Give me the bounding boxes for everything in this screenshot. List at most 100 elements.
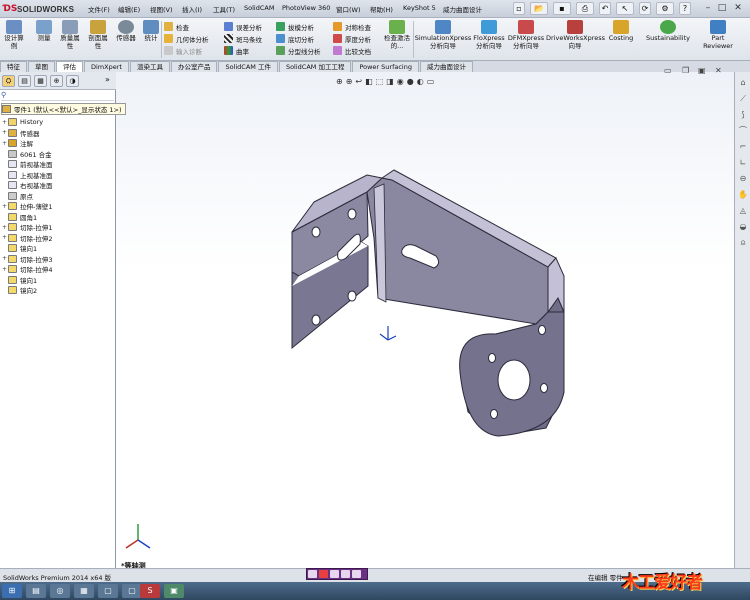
curvature-button[interactable]: 曲率 [224,45,249,56]
save-icon[interactable]: ▪ [553,2,571,15]
viewport-minimize-icon[interactable]: ▭ [664,66,672,76]
tree-mirror-2[interactable]: 镜向2 [2,285,37,296]
new-file-icon[interactable]: ▫ [513,2,525,15]
task-pane-search-icon[interactable]: ⌐ [738,142,748,152]
ime-keyboard-icon[interactable] [341,570,350,578]
open-file-icon[interactable]: 📂 [530,2,548,15]
zebra-stripes-button[interactable]: 斑马条纹 [224,33,262,44]
menu-power-surface[interactable]: 威力曲面设计 [443,4,482,14]
menu-tools[interactable]: 工具(T) [213,4,235,14]
menu-edit[interactable]: 编辑(E) [118,4,140,14]
dimxpert-tab-icon[interactable]: ⊕ [50,75,63,87]
tree-cut-extrude-1[interactable]: + 切除-拉伸1 [2,222,52,233]
taskbar-folder-icon[interactable]: ▦ [74,584,94,598]
statistics-button[interactable]: 统计 [142,20,160,43]
tree-extrude-thin[interactable]: + 拉伸-薄壁1 [2,201,52,212]
costing-button[interactable]: Costing [606,20,636,43]
tab-render-tools[interactable]: 渲染工具 [129,61,170,72]
tab-office-products[interactable]: 办公室产品 [170,61,218,72]
section-properties-button[interactable]: 剖面属性 [86,20,110,50]
help-icon[interactable]: ? [679,2,691,15]
print-icon[interactable]: ⎙ [576,2,594,15]
start-button-icon[interactable]: ⊞ [2,584,22,598]
geometry-analysis-button[interactable]: 几何体分析 [164,33,209,44]
task-pane-file-explorer-icon[interactable]: ⌒ [738,126,748,136]
tree-cut-extrude-2[interactable]: + 切除-拉伸2 [2,233,52,244]
driveworksxpress-button[interactable]: DriveWorksXpress 向导 [546,20,605,50]
menu-photoview[interactable]: PhotoView 360 [282,4,330,12]
menu-view[interactable]: 视图(V) [150,4,173,14]
tree-cut-extrude-3[interactable]: + 切除-拉伸3 [2,254,52,265]
taskbar-solidworks-icon[interactable]: S [140,584,160,598]
tree-history[interactable]: + History [2,117,43,128]
close-icon[interactable]: ✕ [733,2,743,14]
taskbar-app3-icon[interactable]: ▣ [164,584,184,598]
tree-sensors[interactable]: + 传感器 [2,128,40,139]
property-manager-tab-icon[interactable]: ▤ [18,75,31,87]
display-manager-tab-icon[interactable]: ◑ [66,75,79,87]
graphics-area[interactable]: ⊕ ⊕ ↩ ◧ ⬚ ◨ ◉ ● ◐ ▭ *等轴测 [116,72,734,570]
task-pane-custom-props-icon[interactable]: ✋ [738,190,748,200]
tab-solidcam-machining[interactable]: SolidCAM 加工工程 [278,61,352,72]
tab-features[interactable]: 特征 [0,61,27,72]
tree-mirror-1[interactable]: 镜向1 [2,243,37,254]
tab-dimxpert[interactable]: DimXpert [84,61,129,72]
task-pane-forum-icon[interactable]: ◬ [738,206,748,216]
tree-root[interactable]: 零件1 (默认<<默认>_显示状态 1>) [1,103,126,115]
tree-origin[interactable]: 原点 [2,191,33,202]
undo-icon[interactable]: ↶ [599,2,611,15]
tab-sketch[interactable]: 草图 [28,61,55,72]
thickness-analysis-button[interactable]: 厚度分析 [333,33,371,44]
task-pane-resources-icon[interactable]: ⟋ [738,94,748,104]
task-pane-extra-icon[interactable]: ◒ [738,222,748,232]
dfmxpress-button[interactable]: DFMXpress 分析向导 [506,20,546,50]
compare-documents-button[interactable]: 比较文档 [333,45,371,56]
tab-power-surfacing[interactable]: Power Surfacing [352,61,419,72]
menu-help[interactable]: 帮助(H) [370,4,393,14]
ime-mode-icon[interactable] [308,570,317,578]
deviation-analysis-button[interactable]: 误差分析 [224,21,262,32]
task-pane-more-icon[interactable]: ⍝ [738,238,748,248]
viewport-restore-icon[interactable]: ❐ [682,66,689,76]
menu-insert[interactable]: 插入(I) [182,4,202,14]
tree-top-plane[interactable]: 上视基准面 [2,170,53,181]
rebuild-icon[interactable]: ⟳ [639,2,651,15]
task-pane-home-icon[interactable]: ⌂ [738,78,748,88]
tab-solidcam-part[interactable]: SolidCAM 工件 [218,61,278,72]
menu-keyshot[interactable]: KeyShot 5 [403,4,436,12]
menu-window[interactable]: 窗口(W) [336,4,361,14]
floxpress-button[interactable]: FloXpress 分析向导 [472,20,506,50]
part-model[interactable] [116,72,734,568]
tab-power-surface-design[interactable]: 威力曲面设计 [420,61,473,72]
minimize-icon[interactable]: – [703,2,713,14]
undercut-analysis-button[interactable]: 底切分析 [276,33,314,44]
options-icon[interactable]: ⚙ [656,2,674,15]
simulationxpress-button[interactable]: SimulationXpress 分析向导 [414,20,472,50]
filter-icon[interactable]: ⚲ [1,91,114,101]
design-study-button[interactable]: 设计算例 [4,20,24,50]
draft-analysis-button[interactable]: 拔模分析 [276,21,314,32]
taskbar-app-icon[interactable]: ▢ [98,584,118,598]
sensor-button[interactable]: 传感器 [114,20,138,43]
ime-settings-icon[interactable] [330,570,339,578]
tree-fillet[interactable]: 圆角1 [2,212,37,223]
tree-right-plane[interactable]: 右视基准面 [2,180,53,191]
taskbar-chrome-icon[interactable]: ◎ [50,584,70,598]
taskbar-explorer-icon[interactable]: ▤ [26,584,46,598]
viewport-close-icon[interactable]: ✕ [715,66,722,76]
task-pane-design-library-icon[interactable]: ⟆ [738,110,748,120]
symmetry-check-button[interactable]: 对称检查 [333,21,371,32]
measure-button[interactable]: 测量 [34,20,54,43]
sustainability-button[interactable]: Sustainability [642,20,694,43]
menu-solidcam[interactable]: SolidCAM [244,4,274,12]
mass-properties-button[interactable]: 质量属性 [58,20,82,50]
tab-evaluate[interactable]: 评估 [56,61,83,72]
restore-icon[interactable]: □ [717,2,727,14]
part-reviewer-button[interactable]: Part Reviewer [700,20,736,50]
parting-line-analysis-button[interactable]: 分型线分析 [276,45,321,56]
task-pane-appearances-icon[interactable]: ⊖ [738,174,748,184]
tree-material[interactable]: 6061 合金 [2,149,52,160]
tree-front-plane[interactable]: 前视基准面 [2,159,53,170]
select-icon[interactable]: ↖ [616,2,634,15]
viewport-tile-icon[interactable]: ▣ [698,66,706,76]
